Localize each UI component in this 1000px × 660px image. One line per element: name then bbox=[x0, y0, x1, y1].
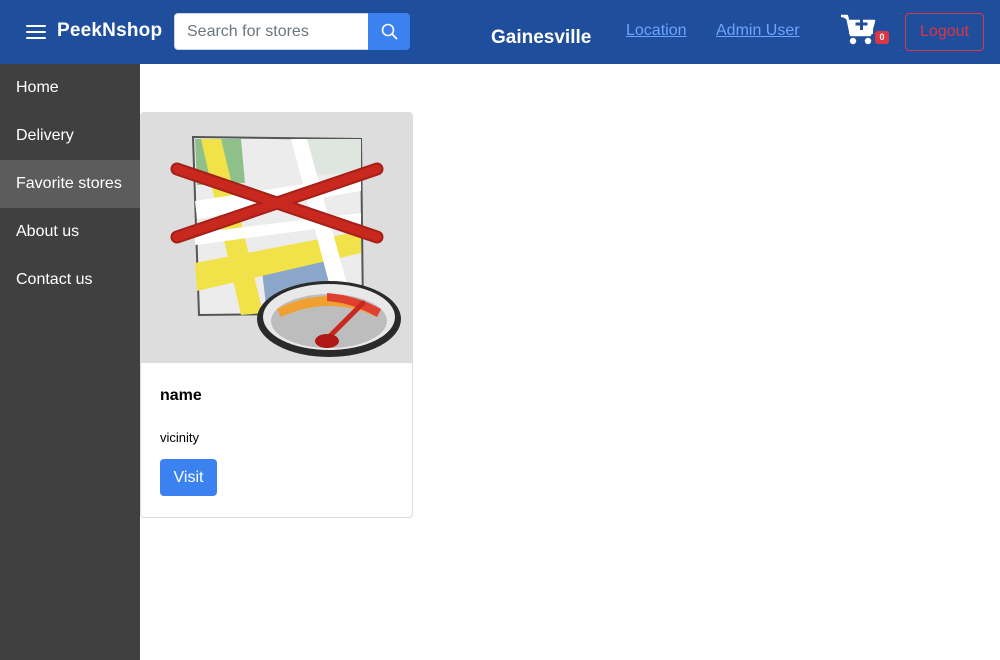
sidebar-item-delivery[interactable]: Delivery bbox=[0, 112, 140, 160]
visit-button[interactable]: Visit bbox=[160, 459, 217, 496]
logout-button[interactable]: Logout bbox=[905, 13, 984, 51]
store-image bbox=[141, 113, 412, 363]
store-card: name vicinity Visit bbox=[140, 112, 413, 518]
cart-count-badge: 0 bbox=[875, 31, 889, 44]
sidebar-item-home[interactable]: Home bbox=[0, 64, 140, 112]
current-city: Gainesville bbox=[491, 27, 592, 48]
location-link[interactable]: Location bbox=[626, 22, 687, 40]
hamburger-menu-icon[interactable] bbox=[26, 25, 46, 40]
search-button[interactable] bbox=[368, 13, 410, 50]
cart-button[interactable]: 0 bbox=[840, 13, 890, 49]
map-unavailable-icon bbox=[170, 135, 401, 357]
cart-plus-icon bbox=[841, 14, 876, 45]
sidebar-item-favorite-stores[interactable]: Favorite stores bbox=[0, 160, 140, 208]
search-icon bbox=[381, 23, 398, 40]
sidebar-item-contact-us[interactable]: Contact us bbox=[0, 256, 140, 304]
sidebar: Home Delivery Favorite stores About us C… bbox=[0, 64, 140, 660]
user-link[interactable]: Admin User bbox=[716, 22, 800, 40]
top-navbar: PeekNshop Gainesville Location Admin Use… bbox=[0, 0, 1000, 64]
sidebar-item-about-us[interactable]: About us bbox=[0, 208, 140, 256]
brand-logo[interactable]: PeekNshop bbox=[57, 20, 162, 42]
store-search-input[interactable] bbox=[174, 13, 369, 50]
store-vicinity: vicinity bbox=[160, 430, 200, 445]
store-name: name bbox=[160, 387, 202, 404]
